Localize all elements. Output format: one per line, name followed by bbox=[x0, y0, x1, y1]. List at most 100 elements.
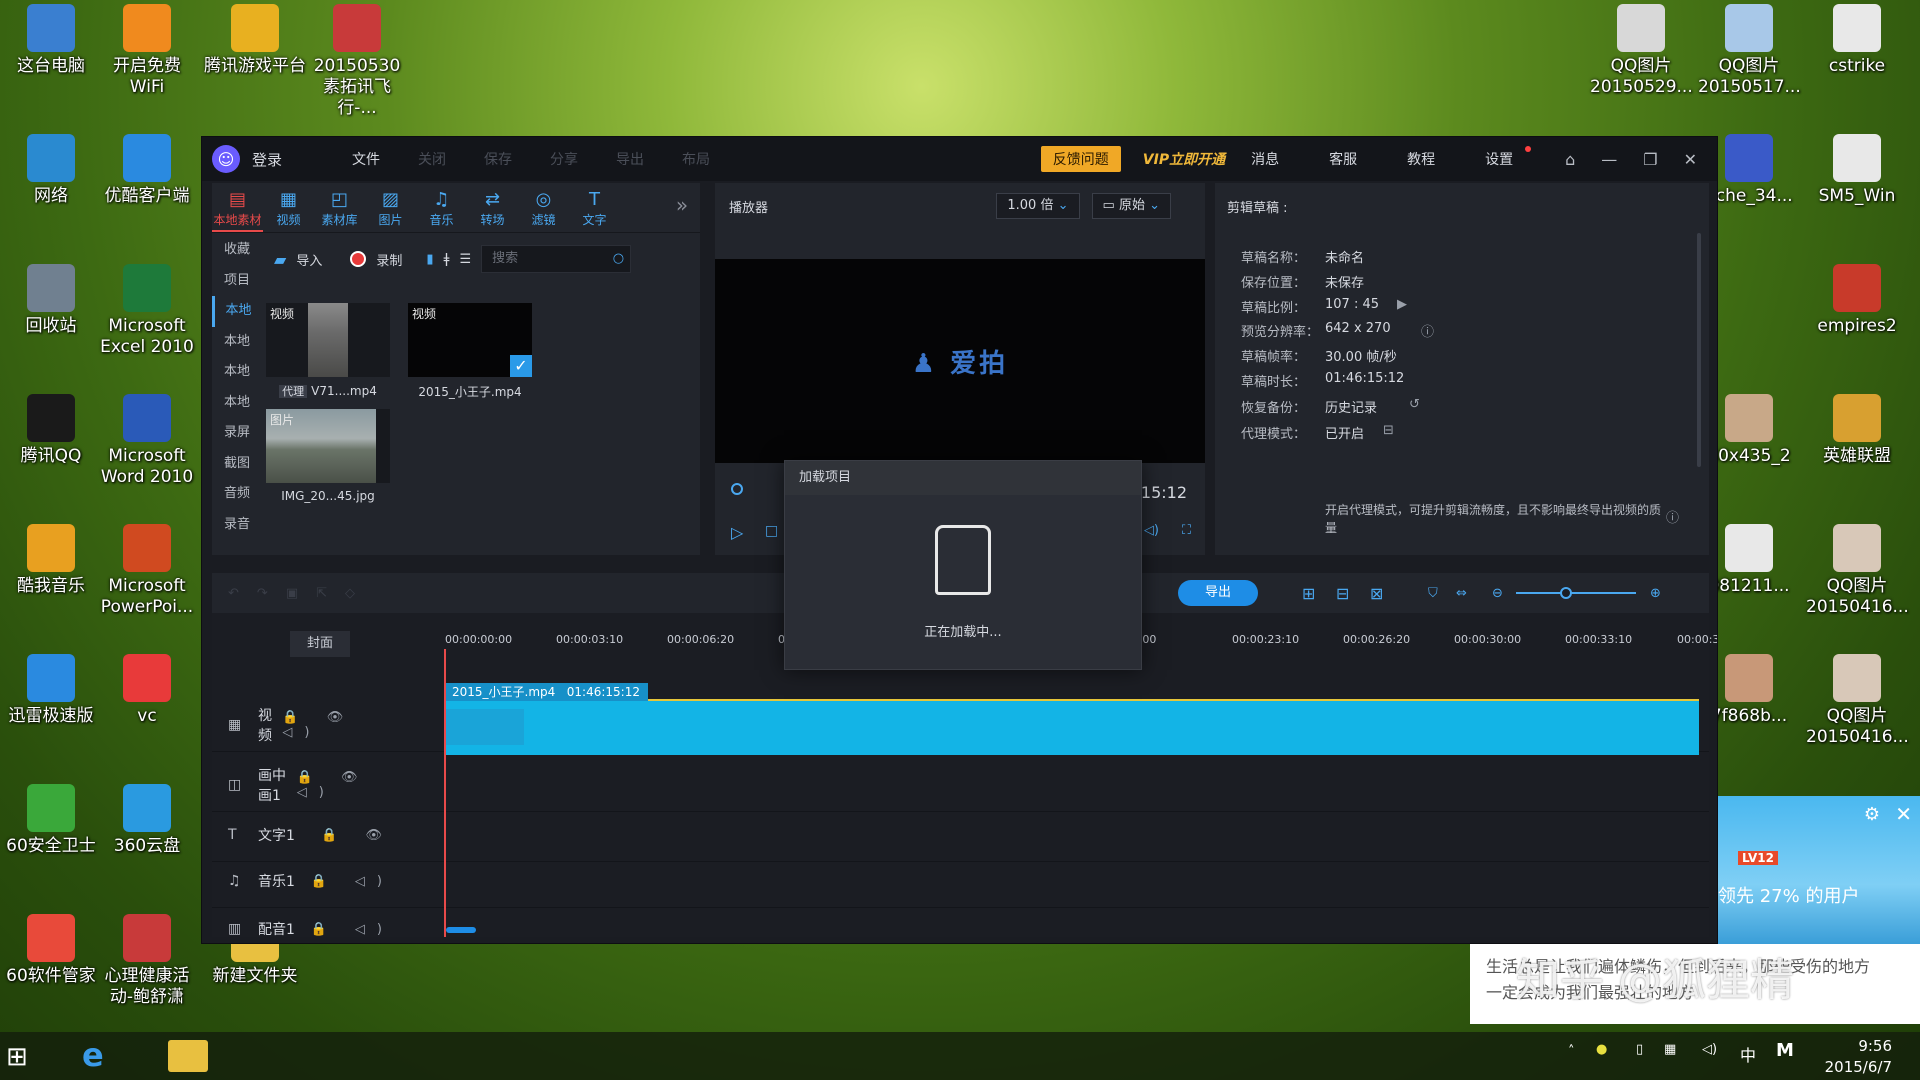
preview-screen[interactable]: ♟ 爱拍 bbox=[715, 259, 1205, 463]
desktop-icon[interactable]: 360云盘 bbox=[96, 784, 198, 857]
track-header[interactable]: ♫ 音乐1 🔒 ◁) bbox=[212, 869, 412, 893]
filter-icon[interactable]: ǂ bbox=[444, 252, 450, 267]
track-header[interactable]: ▥ 配音1 🔒 ◁) bbox=[212, 917, 412, 941]
menu-close[interactable]: 关闭 bbox=[418, 149, 446, 169]
tab-library[interactable]: ◰ 素材库 bbox=[314, 183, 365, 232]
desktop-icon[interactable]: 60安全卫士 bbox=[0, 784, 102, 857]
speed-select[interactable]: 1.00 倍 ⌄ bbox=[996, 193, 1080, 219]
track-controls[interactable]: 🔒 👁 ◁) bbox=[297, 770, 394, 800]
sidebar-item[interactable]: 项目 bbox=[212, 266, 262, 297]
tab-transition[interactable]: ⇄ 转场 bbox=[467, 183, 518, 232]
help-icon[interactable]: ⓘ bbox=[1421, 321, 1434, 340]
desktop-icon[interactable]: vc bbox=[96, 654, 198, 727]
zoom-in-icon[interactable]: ⊕ bbox=[1650, 586, 1661, 601]
redo-icon[interactable]: ↷ bbox=[257, 586, 268, 601]
sidebar-item[interactable]: 录音 bbox=[212, 510, 262, 541]
desktop-icon[interactable]: 20150530素拓讯飞行-... bbox=[306, 4, 408, 119]
desktop-icon[interactable]: cstrike bbox=[1806, 4, 1908, 77]
columns-icon[interactable]: ⊠ bbox=[1370, 584, 1383, 603]
explorer-icon[interactable] bbox=[168, 1040, 208, 1072]
desktop-icon[interactable]: QQ图片20150416... bbox=[1806, 524, 1909, 618]
volume-icon[interactable]: ◁) bbox=[1144, 523, 1159, 538]
zoom-slider[interactable] bbox=[1516, 592, 1636, 594]
desktop-icon[interactable]: Microsoft Word 2010 bbox=[96, 394, 198, 488]
desktop-icon[interactable]: 60软件管家 bbox=[0, 914, 102, 987]
track-header[interactable]: ▦ 视频 🔒 👁 ◁) bbox=[212, 708, 412, 744]
more-tools-icon[interactable]: » bbox=[664, 183, 700, 232]
desktop-icon[interactable]: 腾讯QQ bbox=[0, 394, 102, 467]
sidebar-item[interactable]: 收藏 bbox=[212, 235, 262, 266]
play-box-icon[interactable]: ▶ bbox=[1397, 297, 1407, 312]
track-header[interactable]: ◫ 画中画1 🔒 👁 ◁) bbox=[212, 768, 412, 804]
tab-image[interactable]: ▨ 图片 bbox=[365, 183, 416, 232]
desktop-icon[interactable]: SM5_Win bbox=[1806, 134, 1908, 207]
desktop-icon[interactable]: 开启免费WiFi bbox=[96, 4, 198, 98]
sidebar-item[interactable]: 本地 bbox=[212, 357, 262, 388]
zoom-handle[interactable] bbox=[1560, 587, 1572, 599]
windows-start-icon[interactable]: ⊞ bbox=[6, 1042, 28, 1072]
fullscreen-icon[interactable]: ⛶ bbox=[1182, 523, 1191, 538]
media-item[interactable]: 视频 代理 V71....mp4 bbox=[266, 303, 390, 399]
desktop-icon[interactable]: 酷我音乐 bbox=[0, 524, 102, 597]
minimize-icon[interactable]: — bbox=[1601, 150, 1617, 169]
desktop-icon[interactable]: 心理健康活动-鲍舒潇 bbox=[96, 914, 198, 1008]
tray-360-icon[interactable]: ● bbox=[1596, 1042, 1607, 1057]
media-item[interactable]: 图片 IMG_20...45.jpg bbox=[266, 409, 390, 503]
ime-indicator[interactable]: 中 bbox=[1740, 1042, 1756, 1066]
record-button[interactable]: 录制 bbox=[376, 250, 402, 269]
service-link[interactable]: 客服 bbox=[1329, 149, 1357, 169]
ratio-select[interactable]: ▭ 原始 ⌄ bbox=[1091, 193, 1171, 219]
desktop-icon[interactable]: 腾讯游戏平台 bbox=[204, 4, 306, 77]
clock[interactable]: 9:56 2015/6/7 bbox=[1825, 1036, 1892, 1078]
select-icon[interactable]: ⇱ bbox=[316, 586, 327, 601]
network-icon[interactable]: ▦ bbox=[1664, 1042, 1676, 1057]
notification-toast[interactable]: 生活总是让我们遍体鳞伤，但到后来，那些受伤的地方 一定会成为我们最强壮的地方 知… bbox=[1470, 944, 1920, 1024]
desktop-icon[interactable]: empires2 bbox=[1806, 264, 1908, 337]
settings-link[interactable]: 设置 bbox=[1485, 149, 1513, 169]
desktop-icon[interactable]: 优酷客户端 bbox=[96, 134, 198, 207]
export-button[interactable]: 导出 bbox=[1178, 580, 1258, 606]
track-controls[interactable]: 🔒 👁 bbox=[321, 828, 394, 843]
tab-text[interactable]: T 文字 bbox=[569, 183, 620, 232]
import-button[interactable]: 导入 bbox=[296, 250, 322, 269]
menu-save[interactable]: 保存 bbox=[484, 149, 512, 169]
vip-button[interactable]: VIP立即开通 bbox=[1143, 149, 1225, 169]
scrollbar[interactable] bbox=[1697, 233, 1701, 467]
messages-link[interactable]: 消息 bbox=[1251, 149, 1279, 169]
tray-chevron-icon[interactable]: ˄ bbox=[1568, 1044, 1575, 1059]
track-controls[interactable]: 🔒 👁 ◁) bbox=[282, 710, 394, 740]
sort-icon[interactable]: ☰ bbox=[459, 252, 471, 267]
desktop-icon[interactable]: Microsoft PowerPoi... bbox=[96, 524, 198, 618]
progress-slider[interactable] bbox=[731, 483, 743, 495]
sidebar-item[interactable]: 音频 bbox=[212, 479, 262, 510]
sidebar-item[interactable]: 本地 bbox=[212, 296, 262, 327]
tab-film[interactable]: ▦ 视频 bbox=[263, 183, 314, 232]
proxy-toggle-icon[interactable]: ⊟ bbox=[1383, 423, 1394, 438]
ie-icon[interactable]: e bbox=[82, 1036, 104, 1074]
tab-filter[interactable]: ◎ 滤镜 bbox=[518, 183, 569, 232]
tab-folder[interactable]: ▤ 本地素材 bbox=[212, 183, 263, 232]
track-header[interactable]: T 文字1 🔒 👁 bbox=[212, 823, 412, 847]
timeline-scrollbar[interactable] bbox=[446, 927, 476, 933]
battery-icon[interactable]: ▯ bbox=[1636, 1042, 1643, 1057]
track-controls[interactable]: 🔒 ◁) bbox=[311, 874, 394, 889]
gear-icon[interactable]: ⚙ bbox=[1864, 804, 1880, 825]
fit-width-icon[interactable]: ⇔ bbox=[1456, 586, 1467, 601]
home-icon[interactable]: ⌂ bbox=[1565, 150, 1575, 169]
feedback-button[interactable]: 反馈问题 bbox=[1040, 146, 1121, 172]
view-icon[interactable]: ▮ bbox=[426, 252, 433, 267]
video-clip[interactable]: 2015_小王子.mp4 01:46:15:12 bbox=[444, 683, 1699, 755]
menu-layout[interactable]: 布局 bbox=[682, 149, 710, 169]
shield-icon[interactable]: ⛉ bbox=[1428, 586, 1438, 601]
desktop-icon[interactable]: QQ图片20150416... bbox=[1806, 654, 1909, 748]
sidebar-item[interactable]: 本地 bbox=[212, 388, 262, 419]
tutorial-link[interactable]: 教程 bbox=[1407, 149, 1435, 169]
stop-icon[interactable]: □ bbox=[765, 523, 778, 539]
checkbox-checked-icon[interactable]: ✓ bbox=[510, 355, 532, 377]
cover-button[interactable]: 封面 bbox=[290, 631, 350, 657]
menu-file[interactable]: 文件 bbox=[352, 149, 380, 169]
playhead[interactable] bbox=[444, 649, 446, 937]
desktop-icon[interactable]: 迅雷极速版 bbox=[0, 654, 102, 727]
search-icon[interactable]: ○ bbox=[613, 246, 624, 272]
menu-export[interactable]: 导出 bbox=[616, 149, 644, 169]
